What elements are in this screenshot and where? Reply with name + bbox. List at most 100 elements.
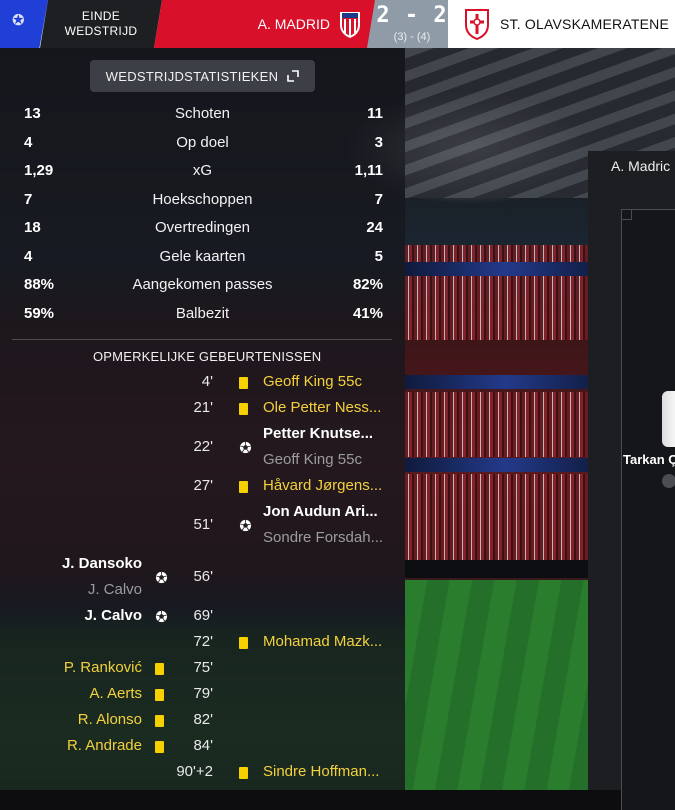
event-minute: 51' <box>193 516 213 533</box>
away-team-badge-icon <box>465 9 489 40</box>
event-minute: 79' <box>193 685 213 702</box>
event-icon <box>239 399 248 419</box>
match-status: EINDE WEDSTRIJD <box>40 0 162 48</box>
yellow-card-icon <box>239 637 248 649</box>
yellow-card-icon <box>155 741 164 753</box>
stat-label: xG <box>192 162 213 179</box>
stat-away-value: 24 <box>366 219 383 236</box>
event-minute: 84' <box>193 737 213 754</box>
event-player[interactable]: Håvard Jørgens... <box>263 477 403 494</box>
tactics-pitch-corner <box>621 209 632 220</box>
event-icon <box>239 477 248 497</box>
stat-away-value: 82% <box>352 276 383 293</box>
stat-row: 4 Op doel 3 <box>0 134 405 156</box>
yellow-card-event: 72' Mohamad Mazk... <box>0 633 405 653</box>
event-minute: 82' <box>193 711 213 728</box>
stadium-ad-board <box>405 560 605 578</box>
stat-label: Hoekschoppen <box>152 190 253 208</box>
event-minute: 21' <box>193 399 213 416</box>
stadium-stand-middle <box>405 392 605 457</box>
stat-label: Aangekomen passes <box>132 276 273 293</box>
yellow-card-event: 4' Geoff King 55c <box>0 373 405 393</box>
event-minute: 56' <box>193 568 213 585</box>
stat-away-value: 5 <box>374 247 383 265</box>
stadium-ad-board <box>405 262 605 276</box>
yellow-card-icon <box>239 403 248 415</box>
external-link-icon <box>287 70 300 82</box>
yellow-card-icon <box>239 481 248 493</box>
yellow-card-icon <box>239 377 248 389</box>
event-icon <box>155 659 164 679</box>
stat-row: 1,29 xG 1,11 <box>0 162 405 184</box>
event-player[interactable]: J. Dansoko <box>62 555 142 572</box>
event-player[interactable]: Sindre Hoffman... <box>263 763 403 780</box>
event-player[interactable]: Mohamad Mazk... <box>263 633 403 650</box>
stat-label: Balbezit <box>175 304 230 322</box>
stat-row: 88% Aangekomen passes 82% <box>0 276 405 298</box>
event-icon <box>155 737 164 757</box>
competition-logo-icon: ✪ <box>0 0 48 48</box>
section-divider <box>12 339 392 340</box>
goal-ball-icon <box>239 441 252 458</box>
stat-away-value: 3 <box>374 133 383 151</box>
event-player[interactable]: J. Calvo <box>84 607 142 624</box>
yellow-card-icon <box>155 663 164 675</box>
match-stats-button[interactable]: WEDSTRIJDSTATISTIEKEN <box>90 60 315 92</box>
tactics-team-title: A. Madric <box>611 158 671 174</box>
event-player[interactable]: Jon Audun Ari... <box>263 503 403 520</box>
event-minute: 72' <box>193 633 213 650</box>
yellow-card-event: 90'+2 Sindre Hoffman... <box>0 763 405 783</box>
yellow-card-icon <box>155 715 164 727</box>
stadium-stand-upper <box>405 245 605 340</box>
home-team-name: A. MADRID <box>257 16 330 32</box>
goal-event: 22' Petter Knutse... Geoff King 55c <box>0 425 405 468</box>
event-icon <box>155 568 168 588</box>
goal-event: 69' J. Calvo <box>0 607 405 627</box>
event-player[interactable]: Petter Knutse... <box>263 425 403 442</box>
away-team-name: ST. OLAVSKAMERATENE <box>500 16 669 32</box>
event-player[interactable]: A. Aerts <box>89 685 142 702</box>
home-team-block[interactable]: A. MADRID <box>154 0 376 48</box>
event-icon <box>239 438 252 458</box>
tactics-panel[interactable]: A. Madric Tarkan Ç <box>588 151 675 810</box>
event-assist[interactable]: Geoff King 55c <box>263 451 403 468</box>
stadium-stand-lower <box>405 474 605 560</box>
event-assist[interactable]: J. Calvo <box>88 581 142 598</box>
stat-row: 18 Overtredingen 24 <box>0 219 405 241</box>
stat-label: Schoten <box>174 105 231 122</box>
player-shirt-icon <box>662 391 675 447</box>
away-team-block[interactable]: ST. OLAVSKAMERATENE <box>448 0 675 48</box>
event-player[interactable]: R. Andrade <box>67 737 142 754</box>
event-minute: 69' <box>193 607 213 624</box>
event-player[interactable]: Geoff King 55c <box>263 373 403 390</box>
goal-ball-icon <box>155 571 168 588</box>
stadium-ad-board <box>405 375 605 389</box>
status-line-1: EINDE <box>81 9 121 23</box>
yellow-card-event: 84' R. Andrade <box>0 737 405 757</box>
event-player[interactable]: R. Alonso <box>78 711 142 728</box>
yellow-card-event: 27' Håvard Jørgens... <box>0 477 405 497</box>
event-icon <box>155 711 164 731</box>
event-assist[interactable]: Sondre Forsdah... <box>263 529 403 546</box>
stadium-ad-board <box>405 458 605 472</box>
tactics-player-name[interactable]: Tarkan Ç <box>623 452 675 467</box>
event-icon <box>239 373 248 393</box>
yellow-card-event: 75' P. Ranković <box>0 659 405 679</box>
event-minute: 27' <box>193 477 213 494</box>
stat-away-value: 41% <box>352 304 383 322</box>
yellow-card-event: 79' A. Aerts <box>0 685 405 705</box>
score: 2 - 2 <box>376 3 448 28</box>
event-icon <box>239 633 248 653</box>
score-block: 2 - 2 (3) - (4) <box>367 0 457 48</box>
event-player[interactable]: Ole Petter Ness... <box>263 399 403 416</box>
penalty-score: (3) - (4) <box>393 31 431 43</box>
event-minute: 75' <box>193 659 213 676</box>
yellow-card-event: 82' R. Alonso <box>0 711 405 731</box>
event-minute: 4' <box>201 373 213 390</box>
event-player[interactable]: P. Ranković <box>64 659 142 676</box>
tactics-pitch <box>621 209 675 810</box>
stat-row: 7 Hoekschoppen 7 <box>0 191 405 213</box>
yellow-card-icon <box>155 689 164 701</box>
stat-row: 59% Balbezit 41% <box>0 305 405 327</box>
event-icon <box>239 516 252 536</box>
